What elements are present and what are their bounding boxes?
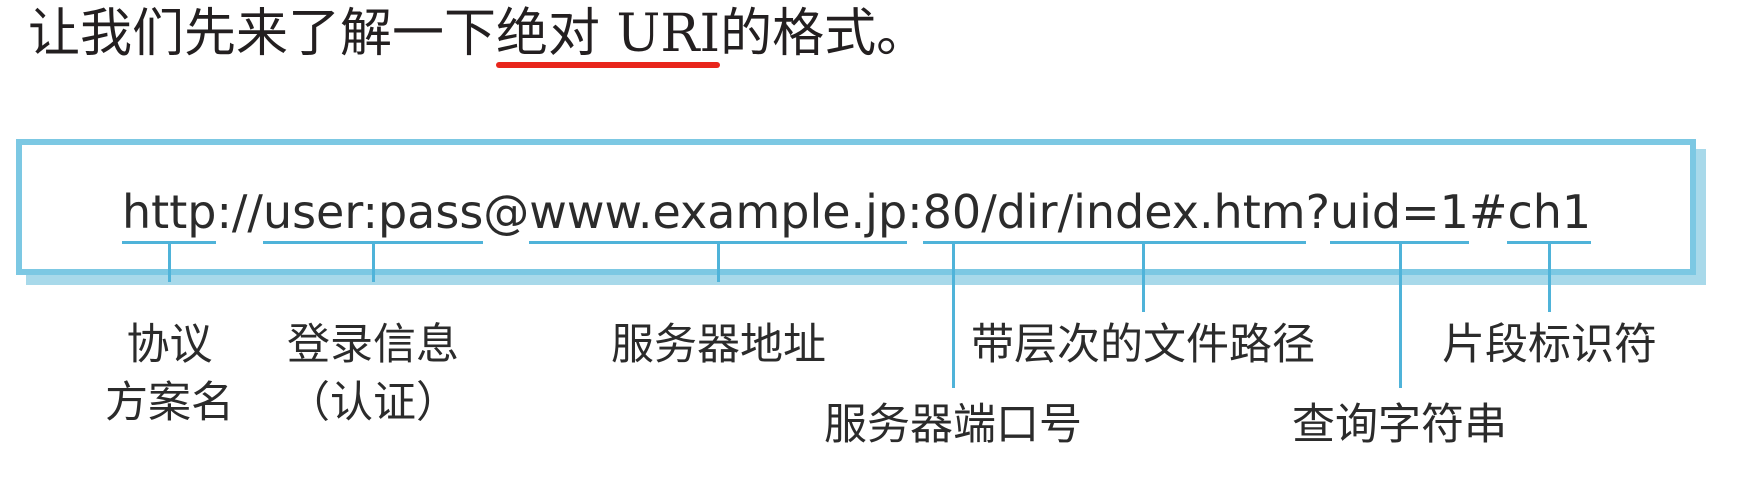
label-query: 查询字符串 <box>1292 400 1507 450</box>
heading-highlight: 绝对 URI <box>496 4 721 68</box>
label-scheme-line2: 方案名 <box>105 378 234 428</box>
label-credentials-line2: （认证） <box>287 378 459 428</box>
label-credentials-line1: 登录信息 <box>287 320 459 370</box>
uri-query: uid=1 <box>1329 182 1469 244</box>
leader-credentials <box>372 244 375 282</box>
label-scheme-line1: 协议 <box>126 320 213 370</box>
label-port: 服务器端口号 <box>824 400 1082 450</box>
label-fragment: 片段标识符 <box>1442 320 1657 370</box>
uri-port: 80 <box>922 182 981 244</box>
heading-text-after: 的格式。 <box>720 4 929 64</box>
label-credentials: 登录信息 （认证） <box>287 316 459 432</box>
uri-port-colon: : <box>907 185 923 239</box>
label-scheme: 协议 方案名 <box>105 316 234 432</box>
label-host: 服务器地址 <box>611 320 826 370</box>
intro-heading: 让我们先来了解一下绝对 URI的格式。 <box>28 4 929 68</box>
uri-credentials: user:pass <box>262 182 484 244</box>
leader-port <box>952 244 955 388</box>
uri-fragment: ch1 <box>1507 182 1591 244</box>
uri-example: http://user:pass@www.example.jp:80/dir/i… <box>122 182 1591 244</box>
uri-host: www.example.jp <box>529 182 907 244</box>
label-path: 带层次的文件路径 <box>971 320 1315 370</box>
leader-host <box>717 244 720 282</box>
uri-scheme-separator: :// <box>216 185 263 239</box>
uri-scheme: http <box>122 182 217 244</box>
uri-hash: # <box>1468 185 1508 239</box>
uri-path: /dir/index.htm <box>981 182 1306 244</box>
uri-query-mark: ? <box>1305 185 1330 239</box>
heading-text-before: 让我们先来了解一下 <box>28 4 497 64</box>
leader-scheme <box>168 244 171 282</box>
leader-fragment <box>1548 244 1551 312</box>
uri-at-sign: @ <box>483 185 530 239</box>
leader-path <box>1142 244 1145 312</box>
leader-query <box>1399 244 1402 388</box>
